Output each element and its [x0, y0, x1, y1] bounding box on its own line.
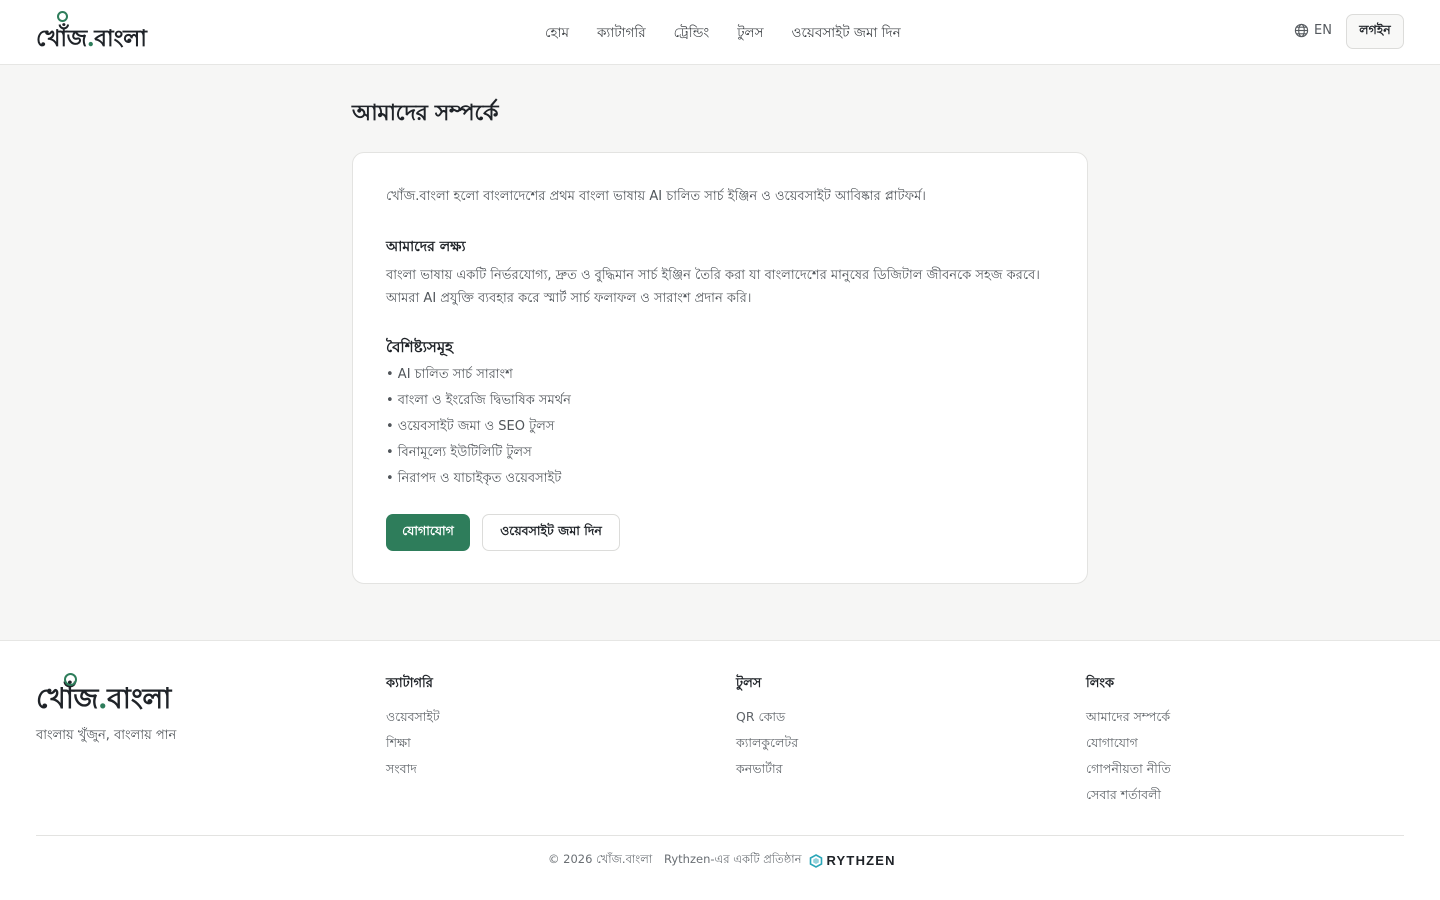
list-item: • বিনামূল্যে ইউটিলিটি টুলস	[386, 445, 532, 460]
logo-text: খোঁজ.বাংলা	[36, 25, 147, 52]
footer-column-heading: ক্যাটাগরি	[386, 676, 433, 691]
nav-item-tools[interactable]: টুলস	[737, 22, 763, 45]
nav-item-trending[interactable]: ট্রেন্ডিং	[674, 22, 710, 45]
intro-text: খোঁজ.বাংলা হলো বাংলাদেশের প্রথম বাংলা ভা…	[386, 189, 926, 204]
footer-categories-column: ক্যাটাগরি ওয়েবসাইট শিক্ষা সংবাদ	[386, 674, 440, 787]
login-button[interactable]: লগইন	[1346, 14, 1404, 49]
contact-button[interactable]: যোগাযোগ	[386, 514, 470, 551]
globe-icon	[1294, 23, 1309, 38]
nav-item-submit-website[interactable]: ওয়েবসাইট জমা দিন	[792, 22, 901, 45]
footer-logo[interactable]: খোঁজ.বাংলা	[36, 673, 171, 724]
brand-name: RYTHZEN	[826, 853, 896, 868]
footer-link-websites[interactable]: ওয়েবসাইট	[386, 709, 440, 735]
site-footer: খোঁজ.বাংলা বাংলায় খুঁজুন, বাংলায় পান ক…	[0, 640, 1440, 900]
language-label: EN	[1314, 23, 1332, 38]
rythzen-logo-icon	[810, 853, 823, 868]
footer-divider	[36, 835, 1404, 836]
features-heading: বৈশিষ্ট্যসমূহ	[386, 338, 454, 356]
language-switcher[interactable]: EN	[1294, 23, 1332, 38]
main-nav: হোম ক্যাটাগরি ট্রেন্ডিং টুলস ওয়েবসাইট জ…	[545, 22, 901, 45]
footer-link-news[interactable]: সংবাদ	[386, 761, 440, 787]
about-card: খোঁজ.বাংলা হলো বাংলাদেশের প্রথম বাংলা ভা…	[352, 152, 1088, 584]
footer-column-heading: লিংক	[1086, 676, 1115, 691]
footer-link-education[interactable]: শিক্ষা	[386, 735, 440, 761]
footer-link-converter[interactable]: কনভার্টার	[736, 761, 798, 787]
list-item: • AI চালিত সার্চ সারাংশ	[386, 367, 513, 382]
list-item: • ওয়েবসাইট জমা ও SEO টুলস	[386, 419, 555, 434]
footer-link-about[interactable]: আমাদের সম্পর্কে	[1086, 709, 1171, 735]
features-list: • AI চালিত সার্চ সারাংশ • বাংলা ও ইংরেজি…	[386, 365, 571, 495]
powered-by-text: Rythzen-এর একটি প্রতিষ্ঠান	[664, 852, 802, 866]
footer-link-qr-code[interactable]: QR কোড	[736, 709, 798, 735]
nav-item-home[interactable]: হোম	[545, 22, 569, 45]
footer-links-column: লিংক আমাদের সম্পর্কে যোগাযোগ গোপনীয়তা ন…	[1086, 674, 1171, 813]
footer-link-privacy[interactable]: গোপনীয়তা নীতি	[1086, 761, 1171, 787]
footer-tools-column: টুলস QR কোড ক্যালকুলেটর কনভার্টার	[736, 674, 798, 787]
footer-link-terms[interactable]: সেবার শর্তাবলী	[1086, 787, 1171, 813]
mission-line: আমরা AI প্রযুক্তি ব্যবহার করে স্মার্ট সা…	[386, 291, 752, 306]
list-item: • বাংলা ও ইংরেজি দ্বিভাষিক সমর্থন	[386, 393, 571, 408]
footer-link-contact[interactable]: যোগাযোগ	[1086, 735, 1171, 761]
submit-website-button[interactable]: ওয়েবসাইট জমা দিন	[482, 514, 620, 551]
magnifier-icon	[64, 673, 77, 686]
magnifier-icon	[57, 11, 68, 22]
mission-heading: আমাদের লক্ষ্য	[386, 239, 466, 255]
rythzen-brand[interactable]: RYTHZEN	[809, 853, 895, 868]
copyright-text: © 2026 খোঁজ.বাংলা	[548, 852, 653, 866]
site-header: খোঁজ.বাংলা হোম ক্যাটাগরি ট্রেন্ডিং টুলস …	[0, 0, 1440, 65]
page-title: আমাদের সম্পর্কে	[352, 101, 499, 126]
site-logo[interactable]: খোঁজ.বাংলা	[36, 11, 147, 59]
mission-line: বাংলা ভাষায় একটি নির্ভরযোগ্য, দ্রুত ও ব…	[386, 268, 1040, 283]
footer-logo-text: খোঁজ.বাংলা	[36, 682, 171, 715]
mission-text: বাংলা ভাষায় একটি নির্ভরযোগ্য, দ্রুত ও ব…	[386, 264, 1056, 310]
nav-item-categories[interactable]: ক্যাটাগরি	[597, 22, 646, 45]
footer-tagline: বাংলায় খুঁজুন, বাংলায় পান	[36, 728, 177, 743]
powered-by: Rythzen-এর একটি প্রতিষ্ঠান RYTHZEN	[664, 851, 896, 870]
footer-column-heading: টুলস	[736, 676, 762, 691]
footer-link-calculator[interactable]: ক্যালকুলেটর	[736, 735, 798, 761]
list-item: • নিরাপদ ও যাচাইকৃত ওয়েবসাইট	[386, 471, 562, 486]
